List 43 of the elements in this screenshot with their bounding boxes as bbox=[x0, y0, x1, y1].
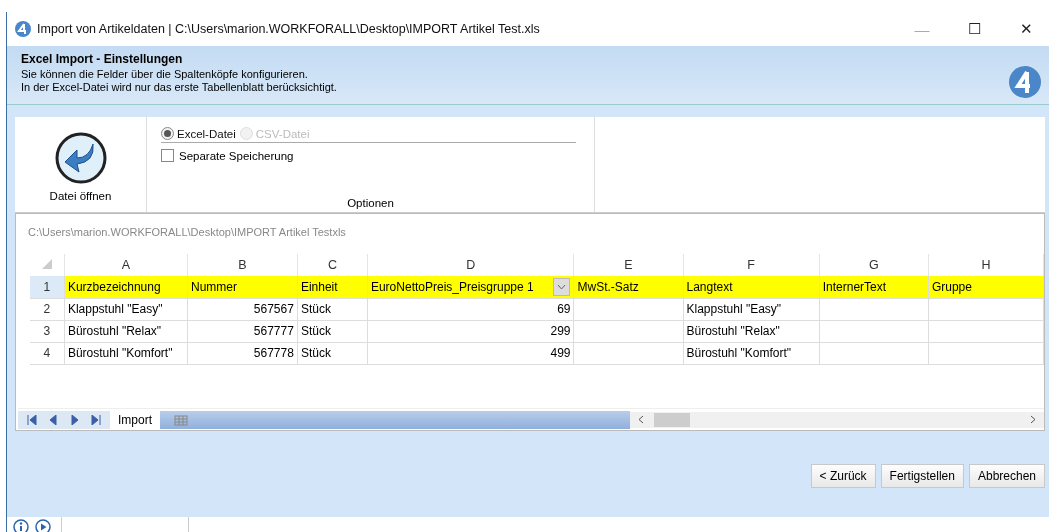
table-cell: Klappstuhl "Easy" bbox=[64, 298, 188, 320]
back-button[interactable]: < Zurück bbox=[810, 464, 876, 488]
info-icon[interactable] bbox=[13, 519, 29, 532]
mapping-cell: Kurzbezeichnung bbox=[64, 276, 188, 298]
separate-checkbox[interactable]: Separate Speicherung bbox=[161, 149, 580, 162]
cancel-button[interactable]: Abbrechen bbox=[968, 464, 1045, 488]
row-header[interactable]: 2 bbox=[30, 298, 65, 320]
table-cell: 499 bbox=[367, 342, 574, 364]
table-cell: Klappstuhl "Easy" bbox=[683, 298, 820, 320]
file-path: C:\Users\marion.WORKFORALL\Desktop\IMPORT Artikel Testxls bbox=[27, 225, 347, 240]
radio-option[interactable]: Excel-Datei bbox=[161, 127, 236, 140]
mapping-cell: InternerText bbox=[819, 276, 929, 298]
mapping-cell: Langtext bbox=[683, 276, 820, 298]
mapping-cell: MwSt.-Satz bbox=[574, 276, 683, 298]
header-title: Excel Import - Einstellungen bbox=[21, 52, 184, 66]
app-logo-icon bbox=[1009, 66, 1041, 98]
group-label: Optionen bbox=[347, 197, 394, 209]
finish-button[interactable]: Fertigstellen bbox=[880, 464, 964, 488]
row-header[interactable]: 3 bbox=[30, 320, 65, 342]
table-cell: 299 bbox=[367, 320, 574, 342]
mapping-cell: Gruppe bbox=[928, 276, 1044, 298]
table-cell: Bürostuhl "Relax" bbox=[683, 320, 820, 342]
mapping-cell: EuroNettoPreis_Preisgruppe 1 bbox=[367, 276, 574, 298]
scrollbar-thumb[interactable] bbox=[654, 412, 690, 427]
mapping-cell: Einheit bbox=[297, 276, 368, 298]
table-cell: Bürostuhl "Relax" bbox=[64, 320, 188, 342]
table-cell: 69 bbox=[367, 298, 574, 320]
table-cell: Bürostuhl "Komfort" bbox=[64, 342, 188, 364]
header-text: In der Excel-Datei wird nur das erste Tabellenblatt berücksichtigt. bbox=[21, 81, 338, 94]
scroll-right-icon[interactable] bbox=[1030, 415, 1036, 424]
row-header[interactable]: 4 bbox=[30, 342, 65, 364]
mapping-cell: Nummer bbox=[187, 276, 298, 298]
window-title: Import von Artikeldaten | C:\Users\marion.WORKFORALL\Desktop\IMPORT Artikel Test.xls bbox=[37, 22, 541, 36]
row-header[interactable]: 1 bbox=[30, 276, 65, 298]
play-icon[interactable] bbox=[35, 519, 51, 532]
sheet-nav-icon[interactable] bbox=[26, 414, 102, 425]
header-text: Sie können die Felder über die Spaltenköpfe konfigurieren. bbox=[21, 68, 309, 81]
close-button[interactable]: ✕ bbox=[1003, 12, 1049, 46]
horizontal-scrollbar[interactable] bbox=[630, 411, 1044, 428]
scroll-left-icon[interactable] bbox=[638, 415, 644, 424]
maximize-button[interactable]: ☐ bbox=[951, 12, 997, 46]
app-logo-icon bbox=[15, 21, 31, 37]
table-cell: Bürostuhl "Komfort" bbox=[683, 342, 820, 364]
